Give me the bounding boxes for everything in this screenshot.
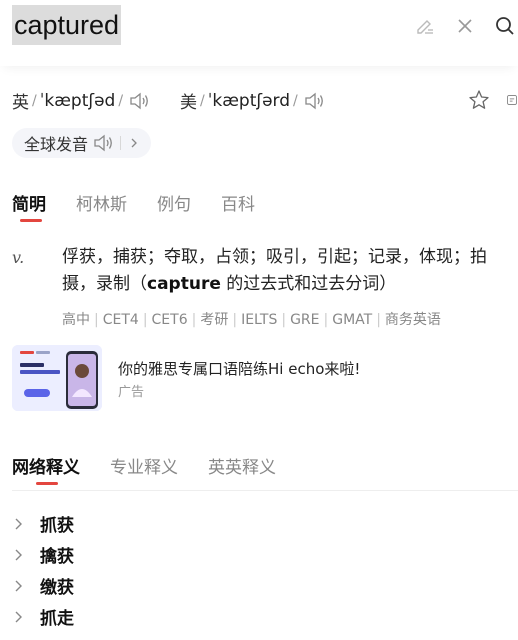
level-tag: CET4 [102, 312, 139, 328]
uk-ipa: ˈkæptʃəd [39, 90, 116, 111]
chevron-right-icon [12, 579, 26, 593]
chevron-right-icon [12, 517, 26, 531]
level-tag: GMAT [332, 312, 373, 328]
search-bar: captured [0, 0, 518, 66]
tab-web-meaning[interactable]: 网络释义 [12, 455, 80, 485]
us-pronunciation[interactable]: 美 / ˈkæptʃərd / [180, 88, 325, 113]
star-icon[interactable] [468, 89, 490, 111]
tab-encyclopedia[interactable]: 百科 [221, 192, 255, 222]
tab-professional-meaning[interactable]: 专业释义 [110, 455, 178, 485]
exam-level-tags: 高中 | CET4 | CET6 | 考研 | IELTS | GRE | GMAT | 商务英语 [62, 312, 441, 328]
dictionary-tabs: 简明 柯林斯 例句 百科 [12, 192, 285, 228]
search-input[interactable]: captured [12, 5, 122, 45]
us-ipa: ˈkæptʃərd [207, 90, 291, 111]
note-icon[interactable] [506, 89, 518, 111]
chevron-right-icon [12, 610, 26, 624]
list-item-label: 擒获 [40, 547, 74, 567]
speaker-icon[interactable] [303, 91, 325, 111]
ad-label: 广告 [118, 385, 145, 400]
global-pronunciation-label: 全球发音 [24, 135, 89, 154]
part-of-speech: v. [12, 248, 25, 267]
ad-image[interactable] [12, 345, 102, 411]
list-item-label: 缴获 [40, 578, 74, 598]
definition-word: capture [147, 274, 221, 294]
level-tag: 商务英语 [384, 312, 441, 328]
search-icon[interactable] [494, 15, 516, 37]
list-item-label: 抓走 [40, 609, 74, 629]
web-meaning-list: 抓获 擒获 缴获 抓走 [12, 508, 502, 632]
tab-english-english[interactable]: 英英释义 [208, 455, 276, 485]
global-pronunciation-button[interactable]: 全球发音 [12, 128, 152, 158]
pronunciation-row: 英 / ˈkæptʃəd / 美 / ˈkæptʃərd / [12, 88, 518, 114]
uk-label: 英 [12, 93, 29, 113]
meaning-tabs: 网络释义 专业释义 英英释义 [12, 455, 518, 491]
speaker-icon [92, 133, 114, 153]
list-item[interactable]: 擒获 [12, 539, 502, 570]
tab-concise[interactable]: 简明 [12, 192, 46, 222]
list-item[interactable]: 缴获 [12, 570, 502, 601]
definition-text: 俘获，捕获；夺取，占领；吸引，引起；记录，体现；拍摄，录制（capture 的过… [62, 244, 508, 298]
definition-after: 的过去式和过去分词） [220, 274, 397, 294]
close-icon[interactable] [454, 15, 476, 37]
pencil-clear-icon[interactable] [414, 15, 436, 37]
speaker-icon[interactable] [128, 91, 150, 111]
list-item-label: 抓获 [40, 516, 74, 536]
level-tag: 考研 [200, 312, 229, 328]
tab-collins[interactable]: 柯林斯 [76, 192, 127, 222]
list-item[interactable]: 抓获 [12, 508, 502, 539]
level-tag: CET6 [151, 312, 188, 328]
chevron-right-icon [12, 548, 26, 562]
list-item[interactable]: 抓走 [12, 601, 502, 632]
chevron-right-icon [129, 134, 139, 153]
ad-title[interactable]: 你的雅思专属口语陪练Hi echo来啦! [118, 358, 360, 379]
level-tag: IELTS [241, 312, 278, 328]
us-label: 美 [180, 93, 197, 113]
tab-examples[interactable]: 例句 [157, 192, 191, 222]
uk-pronunciation[interactable]: 英 / ˈkæptʃəd / [12, 88, 150, 113]
level-tag: 高中 [62, 312, 90, 328]
level-tag: GRE [290, 312, 320, 328]
